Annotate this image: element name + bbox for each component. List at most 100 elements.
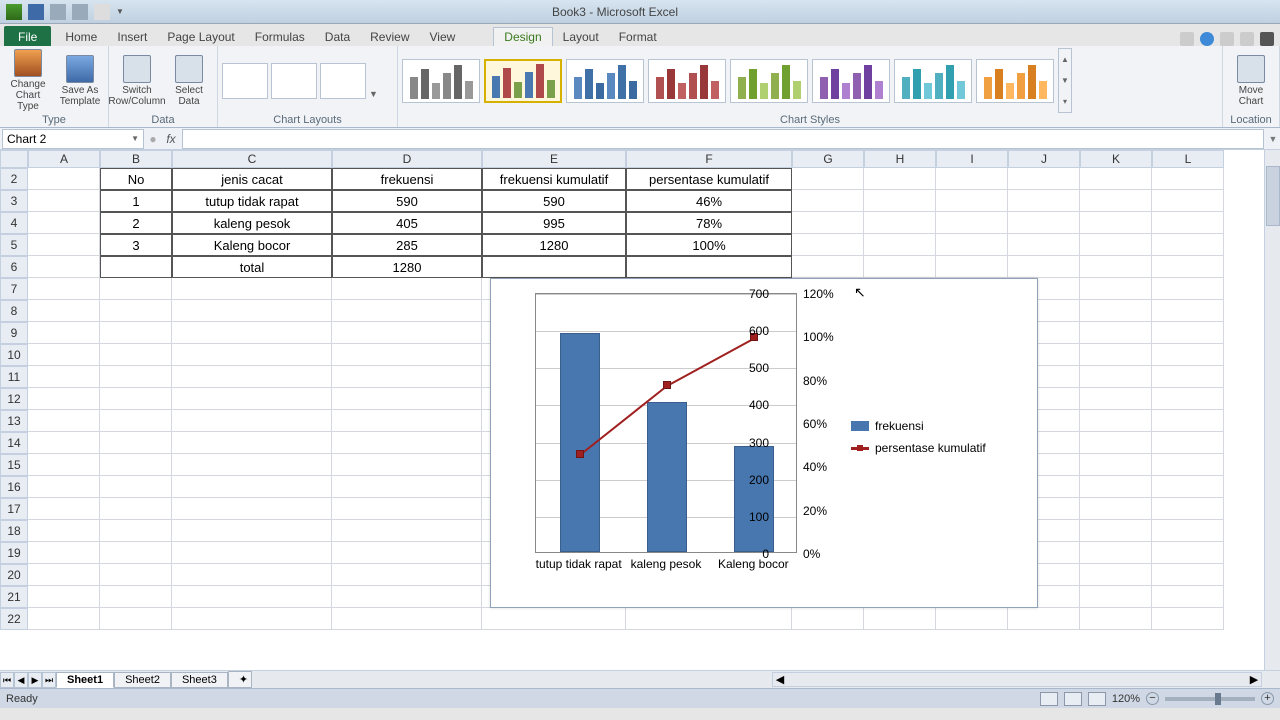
- qat-dropdown-icon[interactable]: ▼: [116, 7, 124, 16]
- cell[interactable]: [626, 608, 792, 630]
- cell[interactable]: [864, 234, 936, 256]
- cell[interactable]: [864, 190, 936, 212]
- cell[interactable]: [1152, 564, 1224, 586]
- cell[interactable]: [1152, 168, 1224, 190]
- cell[interactable]: [864, 212, 936, 234]
- sheet-tab[interactable]: Sheet2: [114, 672, 171, 688]
- cell[interactable]: [1080, 586, 1152, 608]
- zoom-out-icon[interactable]: −: [1146, 692, 1159, 705]
- chart-style-thumb[interactable]: [648, 59, 726, 103]
- cell[interactable]: [100, 432, 172, 454]
- row-header[interactable]: 20: [0, 564, 28, 586]
- chart-line-marker[interactable]: [576, 450, 584, 458]
- chart-style-thumb[interactable]: [976, 59, 1054, 103]
- column-header[interactable]: F: [626, 150, 792, 168]
- minimize-ribbon-icon[interactable]: [1180, 32, 1194, 46]
- embedded-chart[interactable]: 0100200300400500600700 0%20%40%60%80%100…: [490, 278, 1038, 608]
- cell[interactable]: [936, 212, 1008, 234]
- cell[interactable]: [28, 542, 100, 564]
- cell[interactable]: [332, 322, 482, 344]
- window-close-icon[interactable]: [1260, 32, 1274, 46]
- cell[interactable]: [792, 190, 864, 212]
- cell[interactable]: [792, 168, 864, 190]
- cell[interactable]: [1152, 366, 1224, 388]
- view-page-layout-icon[interactable]: [1064, 692, 1082, 706]
- tab-view[interactable]: View: [420, 28, 466, 46]
- cell[interactable]: [28, 432, 100, 454]
- horizontal-scrollbar[interactable]: ◀ ▶: [772, 672, 1262, 687]
- cell[interactable]: No: [100, 168, 172, 190]
- cell[interactable]: [28, 322, 100, 344]
- cell[interactable]: [172, 608, 332, 630]
- undo-icon[interactable]: [50, 4, 66, 20]
- cell[interactable]: [332, 608, 482, 630]
- tab-home[interactable]: Home: [55, 28, 107, 46]
- cell[interactable]: [172, 344, 332, 366]
- chart-style-thumb[interactable]: [894, 59, 972, 103]
- row-header[interactable]: 22: [0, 608, 28, 630]
- cell[interactable]: [1152, 520, 1224, 542]
- column-header[interactable]: L: [1152, 150, 1224, 168]
- cell[interactable]: [100, 278, 172, 300]
- cell[interactable]: [100, 520, 172, 542]
- cell[interactable]: [792, 212, 864, 234]
- row-header[interactable]: 15: [0, 454, 28, 476]
- row-header[interactable]: 13: [0, 410, 28, 432]
- cell[interactable]: [172, 498, 332, 520]
- cell[interactable]: total: [172, 256, 332, 278]
- cell[interactable]: [1152, 190, 1224, 212]
- row-header[interactable]: 11: [0, 366, 28, 388]
- save-icon[interactable]: [28, 4, 44, 20]
- cell[interactable]: 78%: [626, 212, 792, 234]
- cell[interactable]: [28, 234, 100, 256]
- cell[interactable]: 1280: [482, 234, 626, 256]
- cell[interactable]: [1008, 256, 1080, 278]
- cell[interactable]: 1280: [332, 256, 482, 278]
- chart-style-thumb[interactable]: [566, 59, 644, 103]
- cell[interactable]: [1080, 190, 1152, 212]
- column-header[interactable]: G: [792, 150, 864, 168]
- name-box-dropdown-icon[interactable]: ▼: [131, 134, 139, 143]
- cell[interactable]: [172, 520, 332, 542]
- cell[interactable]: [1080, 388, 1152, 410]
- cell[interactable]: [172, 410, 332, 432]
- column-header[interactable]: C: [172, 150, 332, 168]
- row-header[interactable]: 17: [0, 498, 28, 520]
- cell[interactable]: jenis cacat: [172, 168, 332, 190]
- chart-styles-more-icon[interactable]: ▲▼▾: [1058, 48, 1072, 113]
- cell[interactable]: [100, 454, 172, 476]
- cell[interactable]: [100, 300, 172, 322]
- cell[interactable]: [864, 256, 936, 278]
- cell[interactable]: 100%: [626, 234, 792, 256]
- tab-design[interactable]: Design: [493, 27, 552, 46]
- column-header[interactable]: J: [1008, 150, 1080, 168]
- cell[interactable]: [1152, 234, 1224, 256]
- chart-line-marker[interactable]: [663, 381, 671, 389]
- cell[interactable]: [172, 454, 332, 476]
- sheet-tab[interactable]: Sheet1: [56, 672, 114, 688]
- cell[interactable]: [332, 586, 482, 608]
- cell[interactable]: [100, 476, 172, 498]
- cell[interactable]: [1080, 542, 1152, 564]
- cell[interactable]: [28, 476, 100, 498]
- row-header[interactable]: 12: [0, 388, 28, 410]
- cell[interactable]: [1080, 432, 1152, 454]
- cell[interactable]: [1080, 608, 1152, 630]
- cell[interactable]: [28, 366, 100, 388]
- cell[interactable]: [100, 366, 172, 388]
- cell[interactable]: 405: [332, 212, 482, 234]
- cell[interactable]: [1008, 608, 1080, 630]
- tab-page-layout[interactable]: Page Layout: [157, 28, 244, 46]
- cell[interactable]: [1080, 366, 1152, 388]
- cell[interactable]: [172, 300, 332, 322]
- cell[interactable]: [792, 608, 864, 630]
- cell[interactable]: [936, 608, 1008, 630]
- cell[interactable]: [332, 520, 482, 542]
- chart-style-thumb[interactable]: [484, 59, 562, 103]
- row-header[interactable]: 4: [0, 212, 28, 234]
- row-header[interactable]: 21: [0, 586, 28, 608]
- expand-formula-bar-icon[interactable]: ▼: [1266, 134, 1280, 144]
- row-header[interactable]: 18: [0, 520, 28, 542]
- column-header[interactable]: D: [332, 150, 482, 168]
- vertical-scrollbar[interactable]: [1264, 150, 1280, 670]
